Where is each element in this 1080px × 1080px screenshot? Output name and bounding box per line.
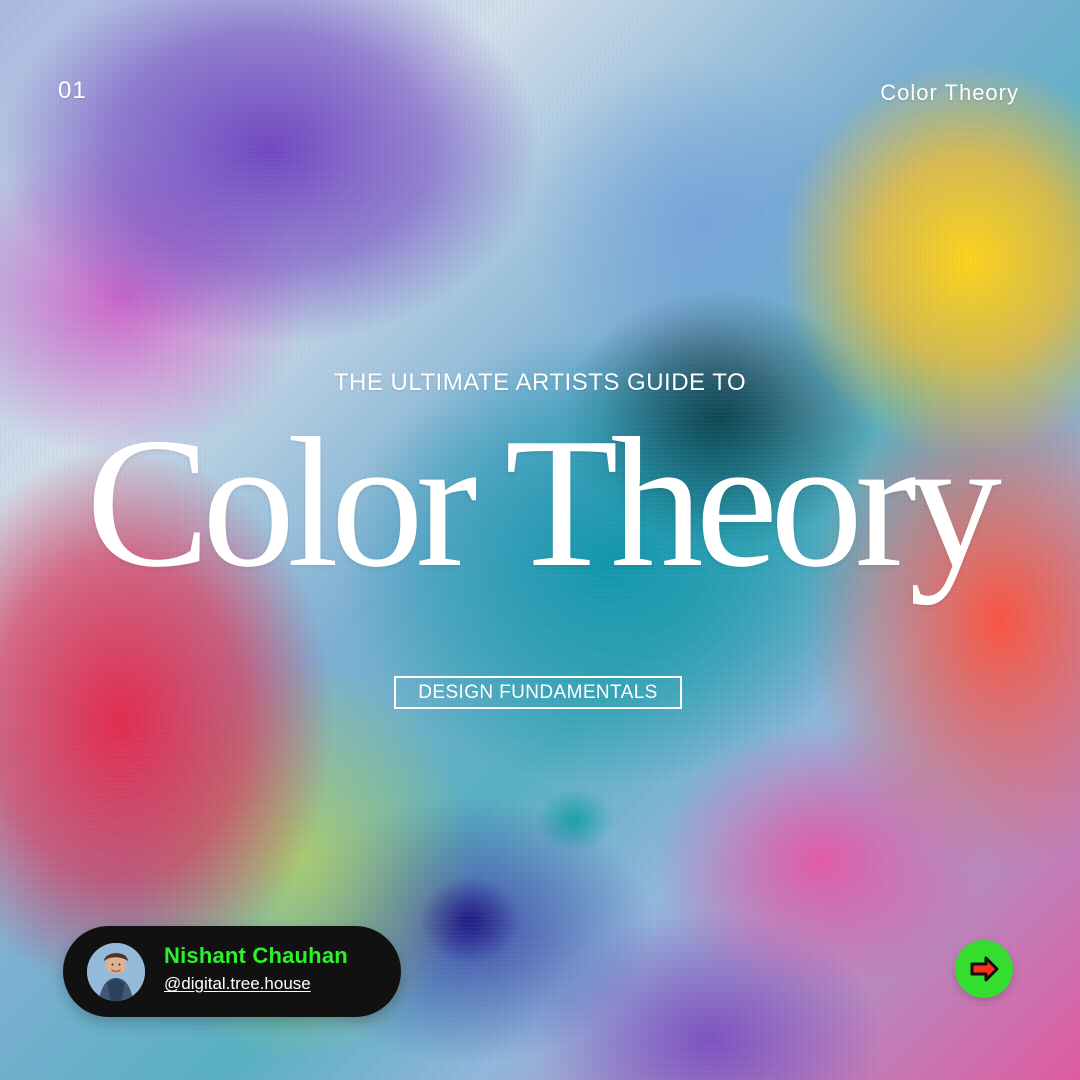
next-button[interactable] bbox=[955, 940, 1013, 998]
slide-number: 01 bbox=[58, 77, 87, 104]
avatar bbox=[87, 943, 145, 1001]
slide-canvas: 01 Color Theory THE ULTIMATE ARTISTS GUI… bbox=[0, 0, 1080, 1080]
profile-handle-link[interactable]: @digital.tree.house bbox=[164, 974, 311, 994]
category-badge: DESIGN FUNDAMENTALS bbox=[394, 676, 682, 709]
profile-name: Nishant Chauhan bbox=[164, 943, 348, 968]
arrow-right-icon bbox=[970, 956, 999, 982]
profile-card: Nishant Chauhan @digital.tree.house bbox=[63, 926, 401, 1017]
eyebrow-text: THE ULTIMATE ARTISTS GUIDE TO bbox=[333, 369, 747, 396]
series-label: Color Theory bbox=[880, 80, 1019, 105]
hero-title: Color Theory bbox=[86, 400, 1002, 606]
